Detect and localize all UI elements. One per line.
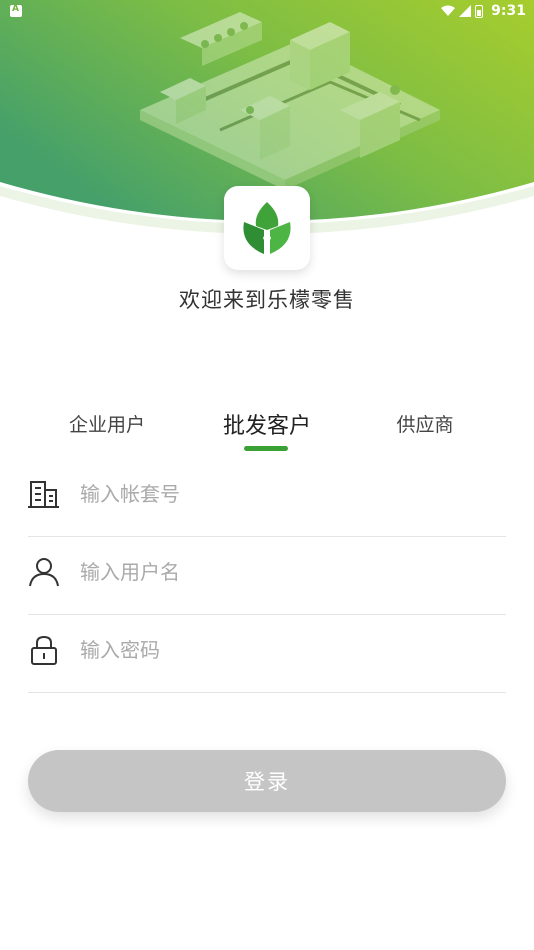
wifi-icon [441,5,456,16]
battery-icon [475,4,484,18]
notification-icon [10,4,22,17]
status-time: 9:31 [491,3,526,19]
password-field [28,614,506,693]
status-bar: 9:31 [0,0,534,24]
tab-wholesale-customer[interactable]: 批发客户 [204,408,330,440]
lock-icon [31,635,57,665]
username-field [28,536,506,615]
username-input[interactable] [80,554,500,590]
leaf-logo-icon [243,202,291,254]
login-type-tabs: 企业用户 批发客户 供应商 [0,410,534,460]
password-input[interactable] [80,632,500,668]
active-tab-indicator [244,446,288,451]
login-button[interactable]: 登录 [28,750,506,812]
account-field [28,458,506,537]
signal-icon [459,5,472,17]
building-icon [28,481,59,508]
user-icon [29,558,59,587]
tab-supplier[interactable]: 供应商 [362,410,488,437]
app-logo [224,186,310,270]
welcome-text: 欢迎来到乐檬零售 [179,288,355,312]
account-input[interactable] [80,476,500,512]
tab-enterprise-user[interactable]: 企业用户 [44,410,170,437]
